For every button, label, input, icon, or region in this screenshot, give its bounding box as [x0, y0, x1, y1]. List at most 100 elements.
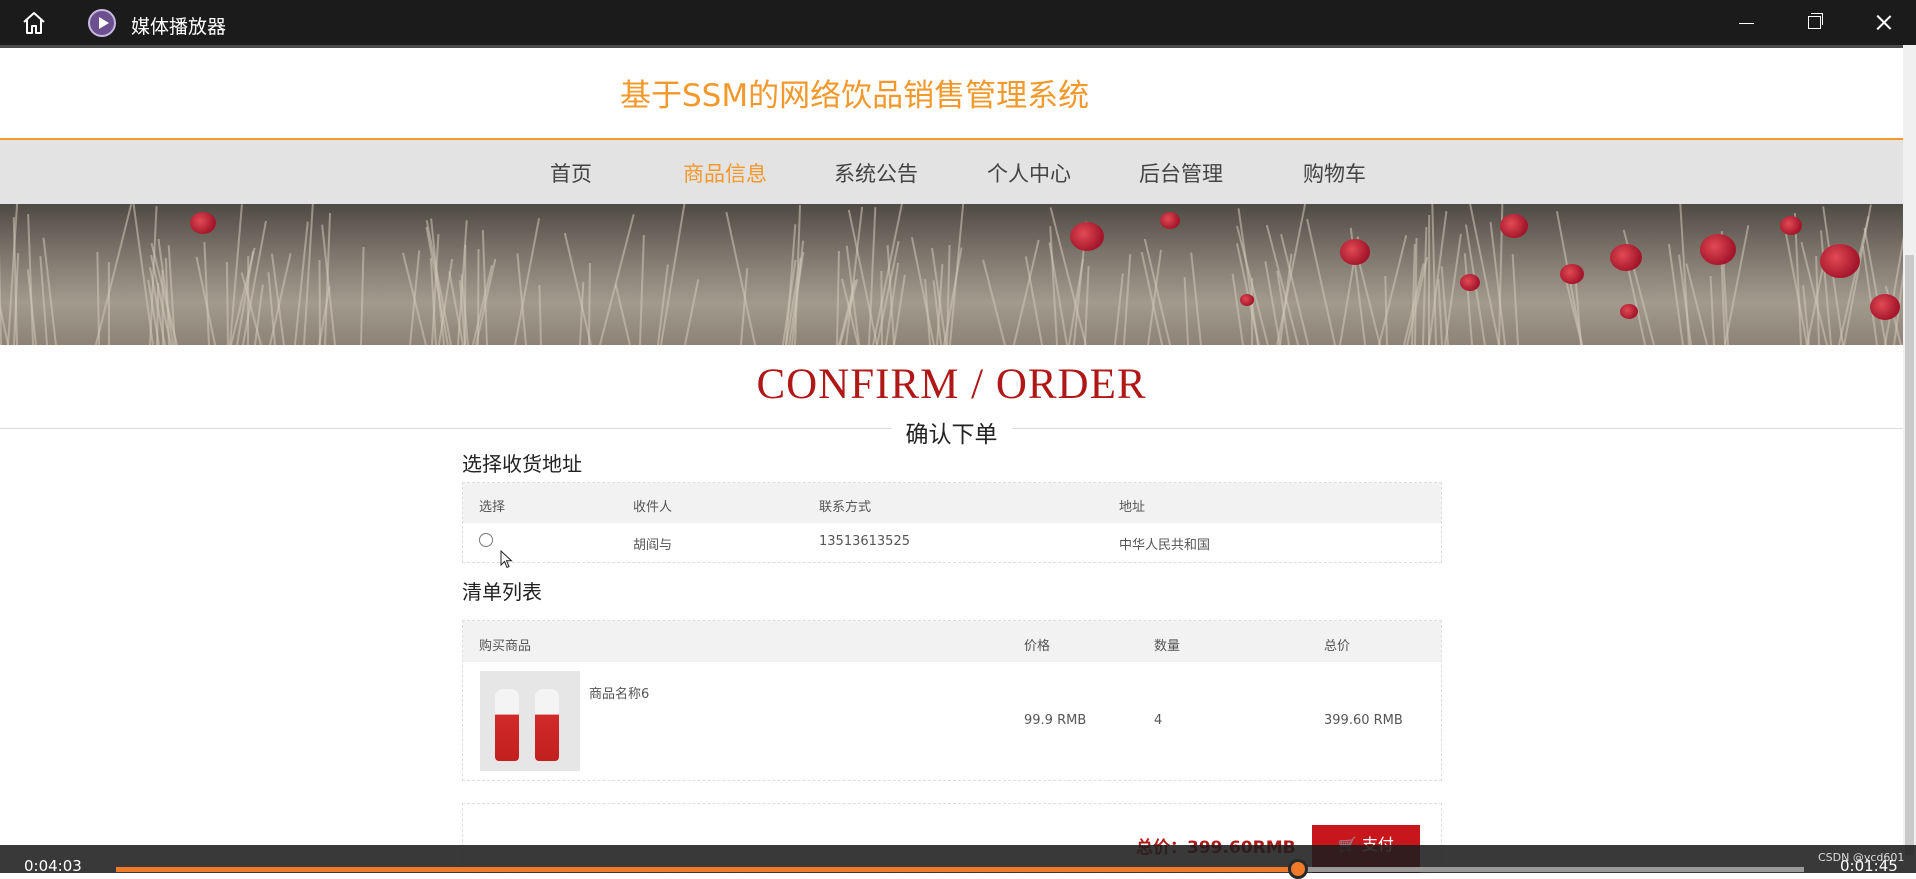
grass-stalk — [1123, 254, 1132, 345]
seek-bar[interactable] — [116, 867, 1804, 872]
restore-button[interactable] — [1787, 0, 1843, 45]
elapsed-time: 0:04:03 — [24, 857, 82, 875]
grass-stalk — [225, 262, 229, 345]
page-scrollbar[interactable] — [1903, 45, 1916, 855]
grass-stalk — [1422, 227, 1428, 345]
media-player-controls: 0:04:03 0:01:45 — [0, 845, 1916, 879]
page-subtitle: 确认下单 — [0, 415, 1903, 449]
grass-stalk — [659, 204, 687, 345]
close-button[interactable] — [1856, 0, 1912, 45]
column-header-quantity: 数量 — [1154, 639, 1181, 654]
nav-item-cart[interactable]: 购物车 — [1303, 158, 1366, 188]
poppy-flower — [1340, 239, 1370, 265]
grass-stalk — [303, 204, 315, 345]
product-price: 99.9 RMB — [1024, 713, 1087, 728]
poppy-flower — [1070, 222, 1104, 251]
cart-table-header: 购买商品 价格 数量 总价 — [463, 621, 1441, 662]
receiver-name: 胡阎与 — [633, 538, 673, 553]
column-header-receiver: 收件人 — [633, 500, 673, 515]
seek-bar-handle[interactable] — [1287, 859, 1308, 879]
poppy-flower — [1610, 244, 1642, 272]
scrollbar-thumb[interactable] — [1905, 255, 1914, 855]
minimize-button[interactable] — [1718, 0, 1774, 45]
grass-stalk — [1377, 235, 1407, 345]
poppy-flower — [1560, 264, 1584, 285]
grass-stalk — [563, 232, 592, 345]
address-table: 选择 收件人 联系方式 地址 胡阎与 13513613525 中华人民共和国 — [462, 482, 1442, 563]
poppy-flower — [1160, 212, 1180, 229]
grass-stalk — [1083, 265, 1090, 345]
product-image[interactable] — [480, 671, 580, 771]
grass-stalk — [1231, 273, 1245, 345]
nav-item-announcements[interactable]: 系统公告 — [834, 158, 918, 188]
product-name[interactable]: 商品名称6 — [589, 683, 649, 702]
grass-stalk — [1383, 275, 1388, 345]
grass-stalk — [683, 279, 700, 345]
bottle-graphic — [495, 689, 519, 761]
window-title: 媒体播放器 — [131, 16, 227, 38]
poppy-flower — [1700, 234, 1736, 265]
grass-stalk — [401, 252, 427, 345]
grass-stalk — [836, 251, 841, 345]
grass-stalk — [1190, 252, 1202, 345]
column-header-address: 地址 — [1119, 500, 1146, 515]
grass-stalk — [1184, 277, 1190, 345]
home-icon[interactable] — [21, 10, 47, 36]
grass-stalk — [949, 204, 965, 345]
column-header-price: 价格 — [1024, 639, 1051, 654]
grass-stalk — [1511, 254, 1519, 345]
main-nav: 首页 商品信息 系统公告 个人中心 后台管理 购物车 — [0, 140, 1903, 204]
grass-stalk — [107, 261, 111, 345]
nav-item-products[interactable]: 商品信息 — [683, 158, 767, 188]
seek-bar-progress — [116, 867, 1298, 872]
page-title: CONFIRM / ORDER — [756, 361, 1147, 408]
column-header-product: 购买商品 — [479, 639, 532, 654]
grass-stalk — [1114, 273, 1124, 345]
banner-image — [0, 204, 1903, 345]
grass-stalk — [0, 241, 3, 345]
site-header: 基于SSM的网络饮品销售管理系统 — [0, 48, 1903, 140]
bottle-graphic — [535, 689, 559, 761]
grass-stalk — [1838, 216, 1870, 345]
page-subtitle-text: 确认下单 — [891, 422, 1012, 448]
grass-stalk — [359, 247, 365, 345]
column-header-total: 总价 — [1324, 639, 1351, 654]
grass-stalk — [1024, 256, 1044, 345]
product-total: 399.60 RMB — [1324, 713, 1403, 728]
grass-stalk — [1427, 210, 1448, 345]
poppy-flower — [1870, 294, 1900, 320]
grass-stalk — [982, 259, 1007, 345]
nav-item-admin[interactable]: 后台管理 — [1139, 158, 1223, 188]
poppy-flower — [1500, 214, 1528, 238]
grass-stalk — [614, 283, 632, 345]
column-header-phone: 联系方式 — [819, 500, 872, 515]
product-quantity: 4 — [1154, 713, 1163, 728]
grass-stalk — [318, 260, 321, 345]
receiver-phone: 13513613525 — [819, 534, 910, 549]
grass-stalk — [1305, 218, 1336, 345]
grass-stalk — [538, 284, 543, 345]
address-section-title: 选择收货地址 — [462, 452, 582, 476]
grass-stalk — [95, 204, 133, 345]
site-title: 基于SSM的网络饮品销售管理系统 — [620, 78, 1090, 114]
grass-stalk — [638, 234, 645, 345]
grass-stalk — [598, 214, 635, 345]
address-radio[interactable] — [479, 533, 493, 547]
address-table-header: 选择 收件人 联系方式 地址 — [463, 483, 1441, 523]
watermark: CSDN @ycd601 — [1818, 851, 1905, 864]
cart-table: 购买商品 价格 数量 总价 商品名称6 99.9 RMB 4 399.60 RM… — [462, 620, 1442, 781]
nav-item-home[interactable]: 首页 — [550, 158, 592, 188]
poppy-flower — [1460, 274, 1480, 291]
cart-section-title: 清单列表 — [462, 580, 542, 604]
receiver-address: 中华人民共和国 — [1119, 538, 1211, 553]
window-titlebar: 媒体播放器 — [0, 0, 1916, 45]
grass-stalk — [1709, 275, 1716, 345]
grass-stalk — [1357, 258, 1382, 345]
poppy-flower — [1240, 294, 1254, 306]
column-header-select: 选择 — [479, 500, 506, 515]
poppy-flower — [1620, 304, 1638, 320]
mouse-cursor-icon — [500, 550, 513, 569]
media-player-app-icon — [88, 9, 116, 37]
nav-item-profile[interactable]: 个人中心 — [987, 158, 1071, 188]
poppy-flower — [1820, 244, 1860, 278]
